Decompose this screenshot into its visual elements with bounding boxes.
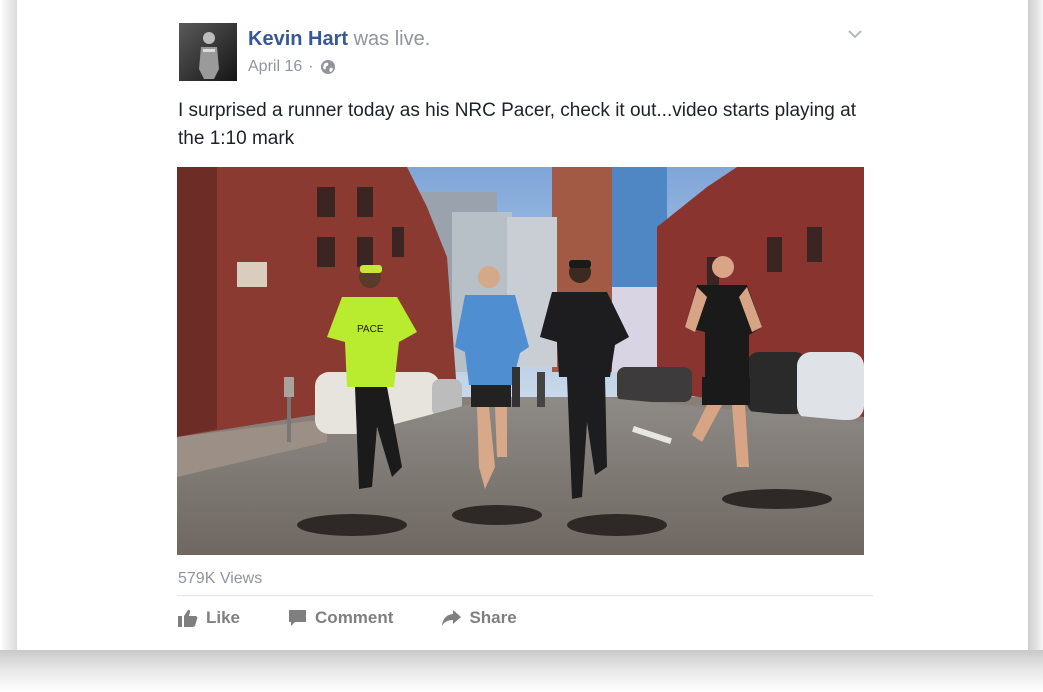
post-date[interactable]: April 16 [248, 56, 302, 78]
thumbs-up-icon [178, 609, 198, 627]
author-avatar[interactable] [179, 23, 237, 81]
globe-icon[interactable] [320, 59, 336, 75]
view-count: 579K Views [178, 570, 263, 587]
meta-separator: · [308, 58, 314, 75]
share-button[interactable]: Share [441, 608, 517, 628]
live-status-text: was live. [353, 28, 431, 50]
like-button[interactable]: Like [178, 608, 240, 628]
post-message: I surprised a runner today as his NRC Pa… [178, 100, 856, 149]
comment-button[interactable]: Comment [288, 608, 393, 628]
comment-label: Comment [315, 608, 394, 627]
comment-icon [289, 610, 307, 626]
post-header: Kevin Hart was live. [248, 26, 430, 52]
vest-text: PACE [357, 324, 384, 335]
post-card: Kevin Hart was live. April 16 · I surpri… [17, 0, 1028, 650]
post-actions: Like Comment Share [178, 604, 565, 632]
video-player[interactable]: PACE [177, 167, 864, 555]
like-label: Like [206, 608, 241, 627]
author-name-link[interactable]: Kevin Hart [248, 28, 348, 50]
video-thumbnail: PACE [177, 167, 864, 555]
share-label: Share [469, 608, 517, 627]
post-meta: April 16 · [248, 56, 336, 78]
share-icon [442, 610, 462, 626]
chevron-down-icon[interactable] [847, 26, 863, 42]
frame-shadow-left [0, 0, 17, 692]
frame-shadow-right [1028, 0, 1043, 692]
frame-shadow-bottom [0, 650, 1043, 692]
actions-divider [177, 595, 873, 596]
